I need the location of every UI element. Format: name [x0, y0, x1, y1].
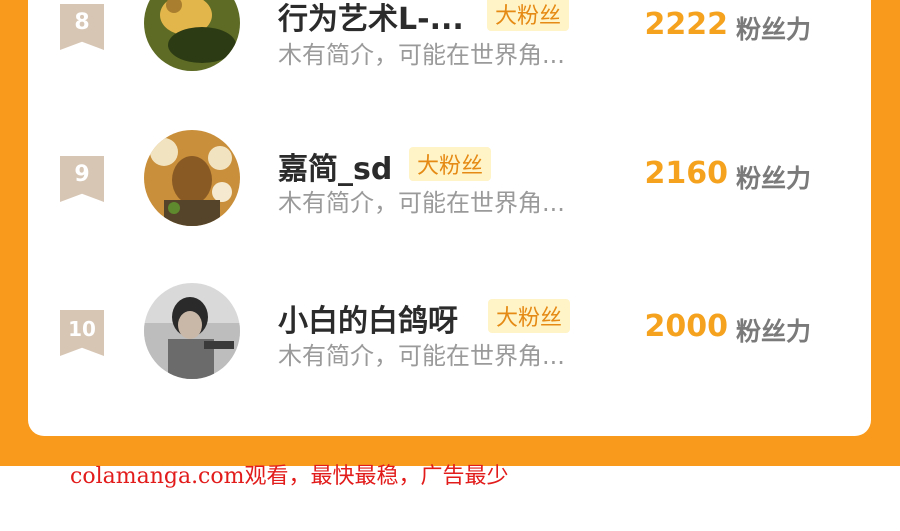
fan-power-score: 2160 [644, 156, 729, 191]
fan-level-badge: 大粉丝 [488, 299, 571, 333]
user-intro: 木有简介，可能在世界角... [278, 342, 565, 370]
fan-power-unit: 粉丝力 [736, 15, 812, 44]
fan-power-unit: 粉丝力 [736, 164, 812, 193]
rank-badge: 10 [60, 310, 104, 356]
fan-power-unit: 粉丝力 [736, 317, 812, 346]
user-avatar[interactable] [144, 130, 240, 226]
fan-level-badge: 大粉丝 [487, 0, 570, 31]
ranking-row[interactable]: 8 行为艺术L-... 大粉丝 木有简介，可能在世界角... 2222 粉丝力 [28, 0, 871, 80]
username[interactable]: 嘉简_sd [278, 144, 392, 188]
username[interactable]: 行为艺术L-... [278, 0, 464, 38]
watermark-text: colamanga.com观看，最快最稳，广告最少 [70, 464, 509, 489]
user-intro: 木有简介，可能在世界角... [278, 41, 565, 69]
fan-power-score: 2000 [644, 309, 729, 344]
rank-badge: 9 [60, 156, 104, 202]
ranking-row[interactable]: 10 小白的白鸽呀 大粉丝 木有简介，可能在世界角... 2000 粉丝力 [28, 276, 871, 386]
fan-level-badge: 大粉丝 [409, 147, 492, 181]
rank-badge: 8 [60, 4, 104, 50]
fan-power-score: 2222 [644, 7, 729, 42]
ranking-card: 8 行为艺术L-... 大粉丝 木有简介，可能在世界角... 2222 粉丝力 … [28, 0, 871, 436]
user-intro: 木有简介，可能在世界角... [278, 189, 565, 217]
user-avatar[interactable] [144, 283, 240, 379]
user-avatar[interactable] [144, 0, 240, 71]
username[interactable]: 小白的白鸽呀 [278, 296, 458, 340]
ranking-row[interactable]: 9 嘉简_sd 大粉丝 木有简介，可能在世界角... 2160 粉丝力 [28, 124, 871, 234]
